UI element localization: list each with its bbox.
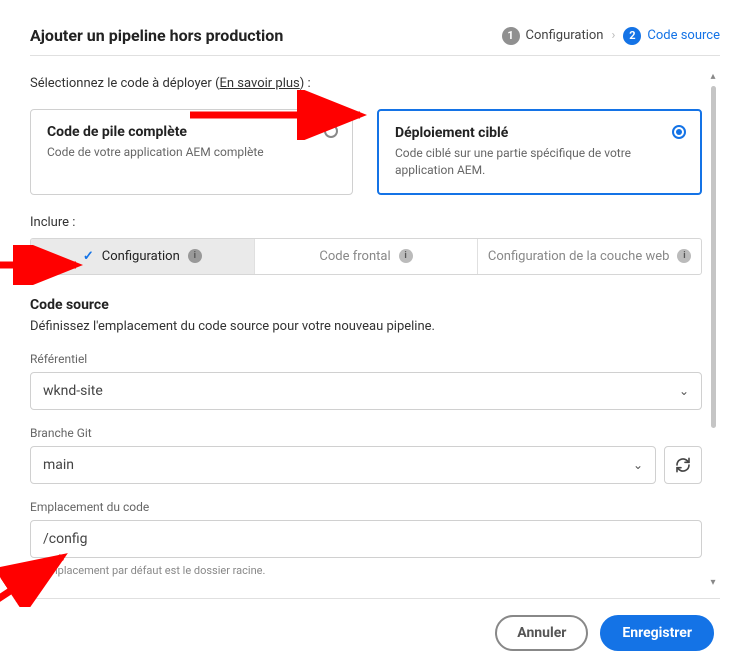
repo-value: wknd-site <box>43 383 103 399</box>
add-pipeline-dialog: Ajouter un pipeline hors production 1 Co… <box>0 0 750 672</box>
dialog-header: Ajouter un pipeline hors production 1 Co… <box>30 26 720 56</box>
refresh-icon <box>675 457 691 473</box>
intro-suffix: ) : <box>300 76 311 91</box>
card-targeted-deployment[interactable]: Déploiement ciblé Code ciblé sur une par… <box>377 109 702 195</box>
step-label-1: Configuration <box>526 28 604 43</box>
dialog-footer: Annuler Enregistrer <box>30 615 720 651</box>
dialog-body-scroll: Sélectionnez le code à déployer (En savo… <box>30 70 720 590</box>
tab-configuration-label: Configuration <box>102 249 180 264</box>
info-icon: i <box>399 249 413 263</box>
field-code-location: Emplacement du code i mplacement par déf… <box>30 500 702 577</box>
dialog-title: Ajouter un pipeline hors production <box>30 26 283 45</box>
tab-frontend-label: Code frontal <box>319 249 390 264</box>
scroll-up-caret-icon: ▴ <box>710 70 715 84</box>
step-number-2: 2 <box>623 27 641 45</box>
card-full-stack-desc: Code de votre application AEM complète <box>47 144 336 161</box>
chevron-down-icon: ⌄ <box>633 458 643 472</box>
tab-web-layer-config[interactable]: Configuration de la couche web i <box>478 239 701 275</box>
location-hint-text: mplacement par défaut est le dossier rac… <box>48 564 265 577</box>
branch-label: Branche Git <box>30 426 702 440</box>
code-location-input[interactable] <box>30 520 702 558</box>
step-indicator: 1 Configuration › 2 Code source <box>502 27 720 45</box>
tab-configuration[interactable]: ✓ Configuration i <box>31 239 255 275</box>
radio-selected-icon <box>672 125 686 139</box>
field-repository: Référentiel wknd-site ⌄ <box>30 352 702 410</box>
card-targeted-desc: Code ciblé sur une partie spécifique de … <box>395 145 684 179</box>
card-full-stack-title: Code de pile complète <box>47 124 336 140</box>
include-tabs: ✓ Configuration i Code frontal i Configu… <box>30 238 702 276</box>
tab-frontend-code[interactable]: Code frontal i <box>255 239 479 275</box>
scrollbar[interactable]: ▴ ▾ <box>706 70 720 590</box>
branch-select[interactable]: main ⌄ <box>30 446 656 484</box>
tab-weblayer-label: Configuration de la couche web <box>488 249 670 265</box>
footer-divider <box>30 598 720 599</box>
save-button[interactable]: Enregistrer <box>600 615 714 651</box>
location-label: Emplacement du code <box>30 500 702 514</box>
intro-prefix: Sélectionnez le code à déployer ( <box>30 76 220 91</box>
step-configuration: 1 Configuration <box>502 27 604 45</box>
location-hint: i mplacement par défaut est le dossier r… <box>30 564 702 577</box>
radio-unselected-icon <box>324 124 338 138</box>
code-source-desc: Définissez l'emplacement du code source … <box>30 319 702 334</box>
step-code-source: 2 Code source <box>623 27 720 45</box>
deploy-option-cards: Code de pile complète Code de votre appl… <box>30 109 702 195</box>
step-number-1: 1 <box>502 27 520 45</box>
chevron-down-icon: ⌄ <box>679 384 689 398</box>
repo-select[interactable]: wknd-site ⌄ <box>30 372 702 410</box>
repo-label: Référentiel <box>30 352 702 366</box>
card-targeted-title: Déploiement ciblé <box>395 125 684 141</box>
include-label: Inclure : <box>30 215 702 230</box>
field-git-branch: Branche Git main ⌄ <box>30 426 702 484</box>
cancel-button[interactable]: Annuler <box>495 615 588 651</box>
card-full-stack[interactable]: Code de pile complète Code de votre appl… <box>30 109 353 195</box>
refresh-branches-button[interactable] <box>664 446 702 484</box>
code-source-heading: Code source <box>30 297 702 313</box>
scrollbar-thumb[interactable] <box>711 86 716 428</box>
select-code-intro: Sélectionnez le code à déployer (En savo… <box>30 76 702 91</box>
step-label-2: Code source <box>647 28 720 43</box>
info-icon: i <box>188 249 202 263</box>
info-icon: i <box>677 249 691 263</box>
info-icon: i <box>30 565 42 577</box>
learn-more-link[interactable]: En savoir plus <box>220 76 300 91</box>
check-icon: ✓ <box>83 249 94 264</box>
branch-value: main <box>43 457 74 473</box>
scroll-down-caret-icon: ▾ <box>710 576 715 590</box>
chevron-right-icon: › <box>611 28 615 43</box>
